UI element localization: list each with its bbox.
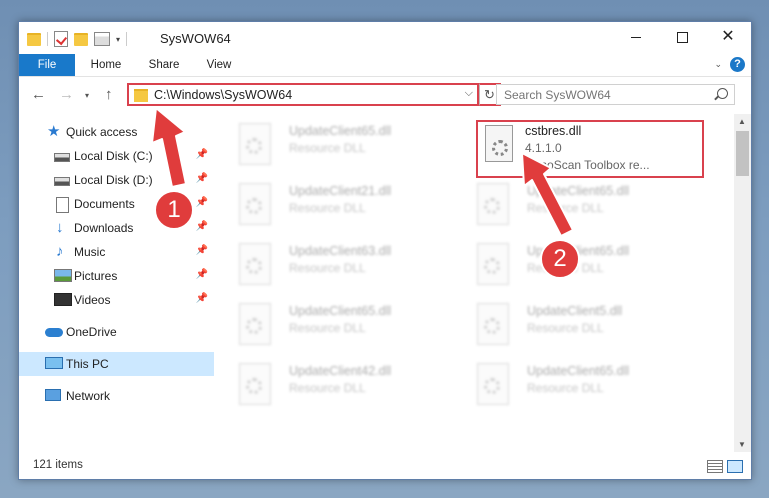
scroll-up-icon[interactable]: ▲	[738, 117, 746, 126]
drive-icon	[54, 177, 70, 186]
status-bar: 121 items	[19, 453, 751, 479]
maximize-button[interactable]	[659, 22, 705, 52]
tab-share[interactable]: Share	[139, 54, 189, 76]
minimize-button[interactable]	[613, 22, 659, 52]
dll-file-icon	[239, 363, 271, 405]
recent-locations-icon[interactable]: ▾	[85, 91, 89, 100]
folder-icon	[27, 32, 41, 46]
search-box[interactable]	[496, 84, 735, 105]
address-bar[interactable]: C:\Windows\SysWOW64 ⌵	[127, 83, 479, 106]
file-item[interactable]: UpdateClient21.dll Resource DLL	[224, 177, 454, 233]
explorer-window: ▾ SysWOW64 ✕ File Home Share View ⌄ ? ← …	[18, 21, 752, 480]
pin-icon[interactable]: 📌	[196, 197, 208, 208]
file-item[interactable]: UpdateClient5.dll Resource DLL	[462, 297, 692, 353]
music-icon: ♪	[56, 243, 64, 260]
details-view-icon[interactable]	[707, 460, 723, 473]
properties-check-icon[interactable]	[54, 31, 68, 47]
chevron-down-icon[interactable]: ⌵	[465, 87, 473, 100]
sidebar-item-local-disk-d[interactable]: Local Disk (D:) 📌	[19, 168, 214, 192]
pin-icon[interactable]: 📌	[196, 173, 208, 184]
dll-file-icon	[477, 183, 509, 225]
chevron-down-icon[interactable]: ▾	[116, 35, 120, 44]
callout-badge-2: 2	[540, 239, 580, 279]
dll-file-icon	[239, 243, 271, 285]
drive-icon	[54, 153, 70, 162]
star-icon: ★	[47, 123, 61, 140]
document-icon	[56, 197, 69, 213]
vertical-scrollbar[interactable]: ▲ ▼	[734, 114, 751, 452]
dll-file-icon	[239, 183, 271, 225]
tab-home[interactable]: Home	[81, 54, 131, 76]
pin-icon[interactable]: 📌	[196, 221, 208, 232]
pictures-icon	[54, 269, 72, 282]
folder-icon	[134, 89, 148, 102]
search-icon[interactable]	[717, 88, 728, 99]
sidebar-item-pictures[interactable]: Pictures 📌	[19, 264, 214, 288]
dll-file-icon	[477, 303, 509, 345]
file-item[interactable]: UpdateClient65.dll Resource DLL	[224, 297, 454, 353]
tab-view[interactable]: View	[197, 54, 241, 76]
dll-file-icon	[239, 123, 271, 165]
dll-file-icon	[477, 363, 509, 405]
network-icon	[45, 389, 61, 401]
scroll-down-icon[interactable]: ▼	[738, 440, 746, 449]
help-icon[interactable]: ?	[730, 57, 745, 72]
dll-file-icon	[239, 303, 271, 345]
item-count: 121 items	[33, 459, 83, 471]
tiles-view-icon[interactable]	[727, 460, 743, 473]
file-item[interactable]: UpdateClient65.dll Resource DLL	[462, 177, 692, 233]
file-item[interactable]: UpdateClient63.dll Resource DLL	[224, 237, 454, 293]
tab-file[interactable]: File	[19, 54, 75, 76]
back-arrow-icon[interactable]: ←	[31, 86, 46, 103]
videos-icon	[54, 293, 72, 306]
pin-icon[interactable]: 📌	[196, 293, 208, 304]
computer-icon	[45, 357, 63, 369]
navigation-pane: ★ Quick access Local Disk (C:) 📌 Local D…	[19, 114, 214, 444]
sidebar-item-music[interactable]: ♪ Music 📌	[19, 240, 214, 264]
new-folder-icon[interactable]	[74, 32, 88, 46]
pin-icon[interactable]: 📌	[196, 245, 208, 256]
forward-arrow-icon[interactable]: →	[59, 86, 74, 103]
close-button[interactable]: ✕	[705, 22, 751, 52]
ribbon-tabs: File Home Share View ⌄ ?	[19, 54, 751, 77]
customize-icon[interactable]	[94, 32, 110, 46]
scroll-thumb[interactable]	[736, 131, 749, 176]
sidebar-item-videos[interactable]: Videos 📌	[19, 288, 214, 312]
sidebar-item-network[interactable]: Network	[19, 384, 214, 408]
file-item[interactable]: UpdateClient42.dll Resource DLL	[224, 357, 454, 413]
close-icon: ✕	[721, 28, 735, 45]
callout-badge-1: 1	[154, 190, 194, 230]
sidebar-item-onedrive[interactable]: OneDrive	[19, 320, 214, 344]
window-title: SysWOW64	[160, 31, 231, 46]
expand-ribbon-icon[interactable]: ⌄	[714, 59, 722, 70]
navigation-bar: ← → ▾ ↑ C:\Windows\SysWOW64 ⌵ ↻	[19, 77, 751, 113]
dll-file-icon	[477, 243, 509, 285]
search-input[interactable]	[502, 87, 706, 103]
address-path[interactable]: C:\Windows\SysWOW64	[154, 88, 292, 102]
sidebar-item-quick-access[interactable]: ★ Quick access	[19, 120, 214, 144]
cloud-icon	[45, 328, 63, 337]
pin-icon[interactable]: 📌	[196, 149, 208, 160]
file-item[interactable]: UpdateClient65.dll Resource DLL	[462, 357, 692, 413]
quick-access-toolbar: ▾	[27, 30, 128, 48]
title-bar: ▾ SysWOW64 ✕	[19, 22, 751, 54]
sidebar-item-local-disk-c[interactable]: Local Disk (C:) 📌	[19, 144, 214, 168]
file-highlight-box	[476, 120, 704, 178]
sidebar-item-this-pc[interactable]: This PC	[19, 352, 214, 376]
file-item[interactable]: UpdateClient65.dll Resource DLL	[224, 117, 454, 173]
up-arrow-icon[interactable]: ↑	[105, 86, 113, 103]
download-icon: ↓	[56, 219, 64, 236]
pin-icon[interactable]: 📌	[196, 269, 208, 280]
